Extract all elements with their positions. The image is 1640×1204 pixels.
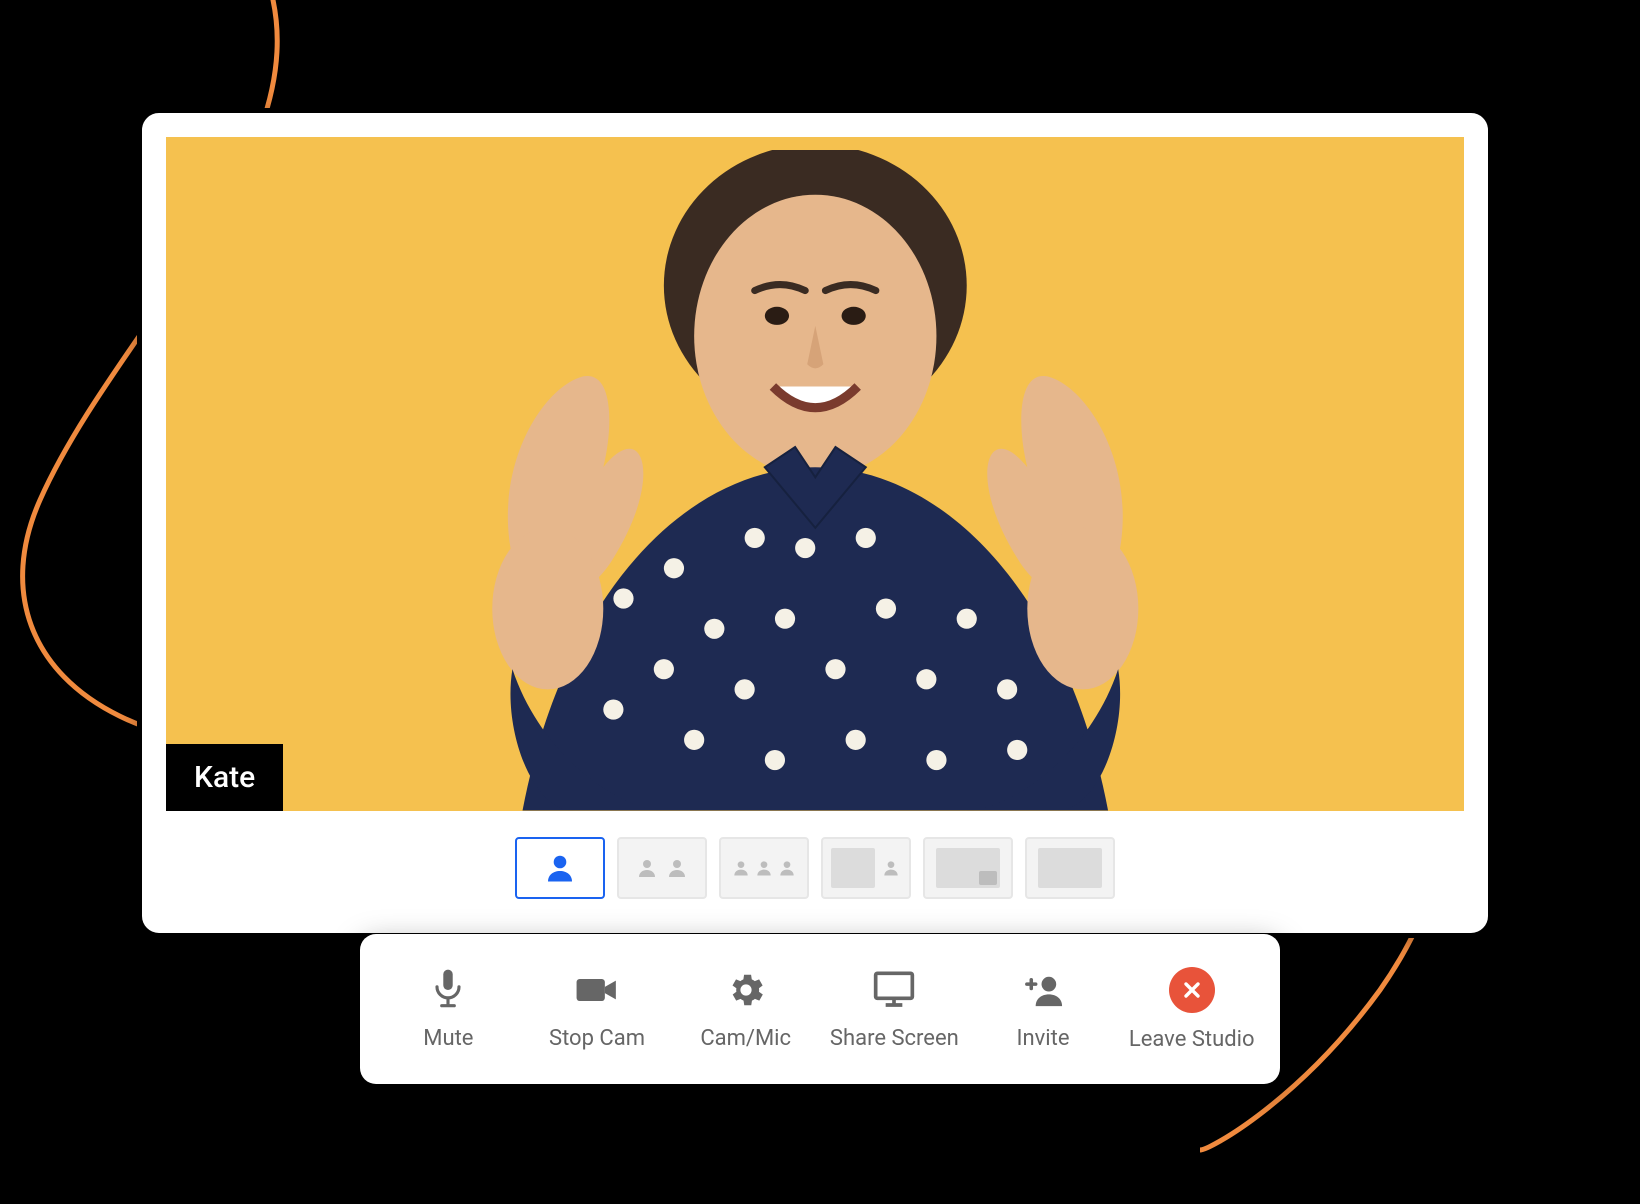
person-icon xyxy=(542,850,578,886)
layout-option-pip[interactable] xyxy=(821,837,911,899)
layout-option-full[interactable] xyxy=(1025,837,1115,899)
invite-label: Invite xyxy=(1017,1026,1070,1051)
layout-option-single[interactable] xyxy=(515,837,605,899)
add-user-icon xyxy=(1021,968,1065,1012)
layout-option-two[interactable] xyxy=(617,837,707,899)
person-icon xyxy=(754,858,774,878)
person-icon xyxy=(731,858,751,878)
person-icon xyxy=(665,856,689,880)
cam-mic-label: Cam/Mic xyxy=(700,1026,791,1051)
control-bar: Mute Stop Cam Cam/Mic Share Scre xyxy=(360,934,1280,1084)
mute-button[interactable]: Mute xyxy=(374,934,523,1084)
gear-icon xyxy=(724,968,768,1012)
cam-mic-button[interactable]: Cam/Mic xyxy=(671,934,820,1084)
layout-option-inset[interactable] xyxy=(923,837,1013,899)
leave-studio-button[interactable]: Leave Studio xyxy=(1117,934,1266,1084)
layout-option-three[interactable] xyxy=(719,837,809,899)
person-icon xyxy=(777,858,797,878)
share-screen-button[interactable]: Share Screen xyxy=(820,934,969,1084)
microphone-icon xyxy=(426,968,470,1012)
leave-label: Leave Studio xyxy=(1129,1027,1255,1052)
close-icon xyxy=(1169,967,1215,1013)
camera-icon xyxy=(575,968,619,1012)
person-icon xyxy=(881,858,901,878)
share-screen-label: Share Screen xyxy=(830,1026,959,1051)
participant-name-tag: Kate xyxy=(166,744,283,811)
stop-cam-button[interactable]: Stop Cam xyxy=(523,934,672,1084)
stop-cam-label: Stop Cam xyxy=(549,1026,645,1051)
person-icon xyxy=(635,856,659,880)
studio-window: Kate xyxy=(137,108,1493,938)
monitor-icon xyxy=(872,968,916,1012)
mute-label: Mute xyxy=(423,1026,473,1051)
participant-name: Kate xyxy=(194,760,255,795)
participant-video xyxy=(361,150,1270,811)
layout-selector xyxy=(166,811,1464,909)
video-feed: Kate xyxy=(166,137,1464,811)
invite-button[interactable]: Invite xyxy=(969,934,1118,1084)
